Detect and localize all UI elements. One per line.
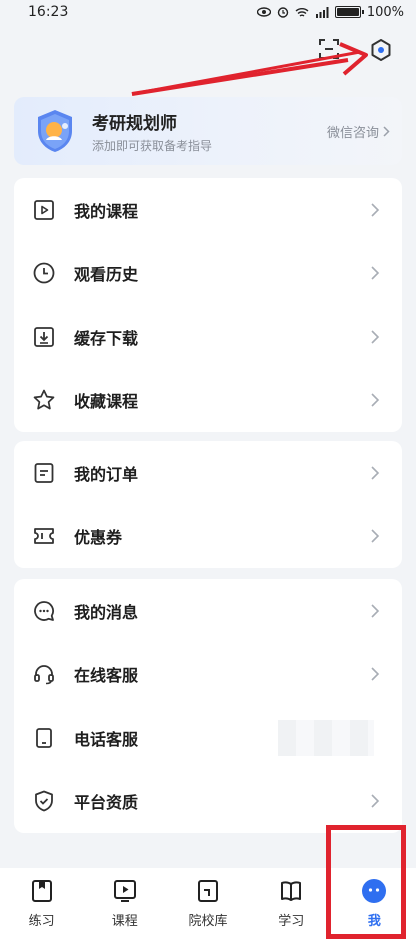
chevron-right-icon — [371, 330, 380, 344]
chevron-right-icon — [371, 393, 380, 407]
status-time: 16:23 — [28, 4, 69, 20]
menu-label: 观看历史 — [74, 265, 139, 285]
chevron-right-icon — [371, 604, 380, 618]
battery-icon — [334, 6, 364, 18]
status-icons: 100% — [256, 4, 404, 20]
chevron-right-icon — [371, 667, 380, 681]
school-icon — [198, 880, 218, 902]
star-icon — [33, 389, 55, 410]
chevron-right-icon — [371, 266, 380, 280]
menu-label: 在线客服 — [74, 666, 139, 686]
tab-label: 我 — [367, 914, 381, 929]
headset-icon — [34, 665, 54, 685]
shield-check-icon — [35, 790, 53, 812]
menu-label: 我的订单 — [74, 464, 139, 484]
planner-subtitle: 添加即可获取备考指导 — [92, 138, 213, 153]
menu-item-coupons[interactable]: 优惠券 — [14, 505, 402, 569]
menu-item-messages[interactable]: 我的消息 — [14, 579, 402, 643]
menu-item-my-orders[interactable]: 我的订单 — [14, 441, 402, 505]
wechat-consult-link[interactable]: 微信咨询 — [327, 122, 390, 141]
play-box-icon — [34, 199, 54, 220]
menu-label: 优惠券 — [74, 528, 123, 548]
eye-icon — [256, 7, 271, 17]
me-icon — [362, 879, 387, 903]
menu-label: 平台资质 — [74, 793, 139, 813]
tab-label: 课程 — [111, 914, 138, 929]
tab-label: 院校库 — [188, 914, 228, 929]
study-icon — [281, 881, 302, 901]
menu-item-online-service[interactable]: 在线客服 — [14, 643, 402, 707]
tab-me[interactable]: 我 — [333, 878, 416, 929]
bottom-tab-bar: 练习 课程 院校库 学习 我 — [0, 868, 416, 942]
signal-icon — [315, 6, 329, 18]
clock-icon — [33, 262, 55, 284]
menu-item-phone-service[interactable]: 电话客服 — [14, 706, 402, 770]
scan-icon[interactable] — [318, 38, 340, 60]
chevron-right-icon — [371, 203, 380, 217]
planner-avatar-icon — [38, 110, 72, 152]
menu-item-my-courses[interactable]: 我的课程 — [14, 178, 402, 242]
alarm-icon — [277, 7, 289, 18]
coupon-icon — [34, 528, 54, 545]
planner-title: 考研规划师 — [92, 113, 177, 134]
chevron-right-icon — [371, 466, 380, 480]
chevron-right-icon — [383, 125, 390, 137]
tab-label: 练习 — [28, 914, 55, 929]
course-icon — [113, 880, 136, 902]
tab-practice[interactable]: 练习 — [0, 878, 83, 929]
menu-group-orders: 我的订单 优惠券 — [14, 441, 402, 568]
download-box-icon — [34, 326, 54, 347]
menu-item-watch-history[interactable]: 观看历史 — [14, 242, 402, 306]
practice-icon — [31, 880, 52, 902]
menu-item-favorites[interactable]: 收藏课程 — [14, 369, 402, 433]
phone-icon — [36, 727, 52, 748]
menu-item-qualifications[interactable]: 平台资质 — [14, 770, 402, 834]
tab-school-library[interactable]: 院校库 — [166, 878, 249, 929]
menu-item-downloads[interactable]: 缓存下载 — [14, 305, 402, 369]
order-icon — [34, 462, 54, 483]
chevron-right-icon — [371, 529, 380, 543]
tab-course[interactable]: 课程 — [83, 878, 166, 929]
planner-card[interactable]: 考研规划师 添加即可获取备考指导 微信咨询 — [14, 97, 402, 165]
menu-group-learning: 我的课程 观看历史 缓存下载 收藏课程 — [14, 178, 402, 432]
menu-label: 我的消息 — [74, 602, 139, 622]
tab-study[interactable]: 学习 — [250, 878, 333, 929]
chevron-right-icon — [371, 794, 380, 808]
menu-group-support: 我的消息 在线客服 电话客服 平台资质 — [14, 579, 402, 833]
battery-percent: 100% — [366, 4, 404, 20]
menu-label: 收藏课程 — [74, 392, 139, 412]
settings-hexagon-icon[interactable] — [370, 38, 392, 62]
menu-label: 我的课程 — [74, 201, 139, 221]
tab-label: 学习 — [278, 914, 305, 929]
menu-label: 缓存下载 — [74, 328, 139, 348]
message-icon — [34, 600, 54, 621]
wechat-consult-label: 微信咨询 — [326, 125, 379, 141]
redacted-phone-number — [278, 720, 374, 756]
wifi-icon — [295, 7, 309, 17]
top-actions — [318, 38, 392, 62]
status-bar: 16:23 100% — [0, 0, 416, 24]
